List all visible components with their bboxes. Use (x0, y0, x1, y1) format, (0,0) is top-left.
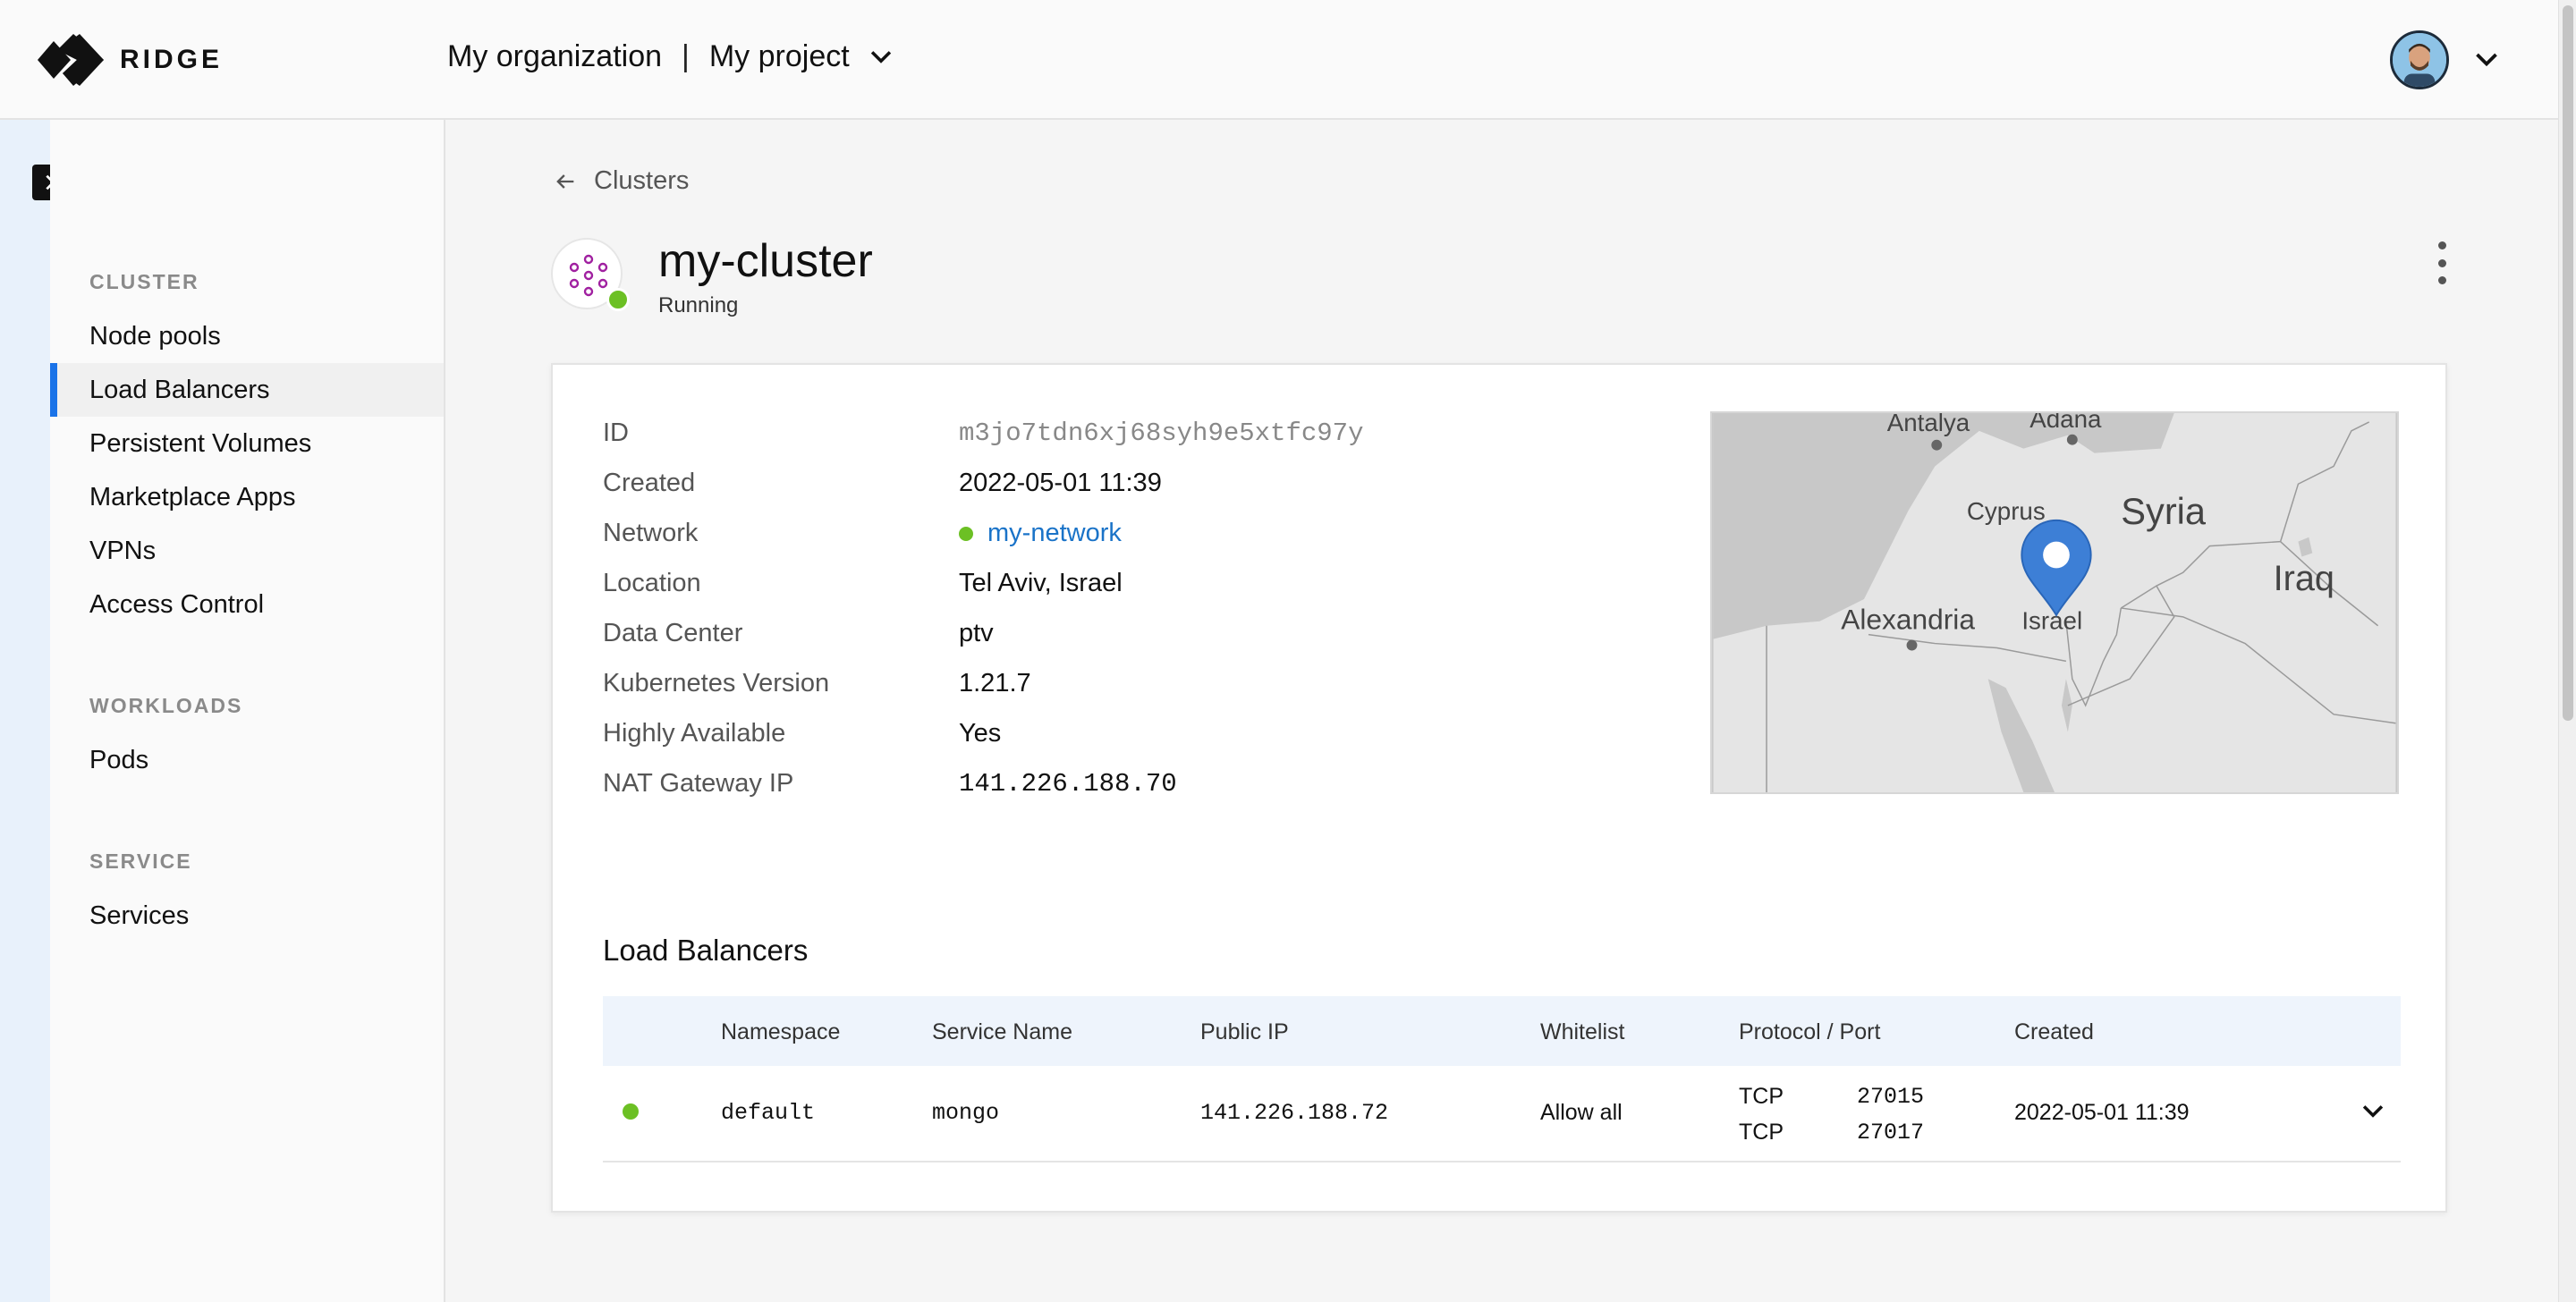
ha-value: Yes (959, 719, 1002, 748)
sidebar-item-access-control[interactable]: Access Control (50, 578, 444, 631)
load-balancers-table: Namespace Service Name Public IP Whiteli… (603, 996, 2401, 1162)
table-row[interactable]: default mongo 141.226.188.72 Allow all T… (603, 1066, 2401, 1162)
map-label-israel: Israel (2021, 607, 2082, 635)
cluster-status-dot (606, 288, 630, 311)
collapse-rail (0, 120, 68, 1302)
col-whitelist: Whitelist (1540, 1019, 1625, 1044)
k8s-version-value: 1.21.7 (959, 669, 1031, 698)
back-to-clusters-link[interactable]: Clusters (553, 166, 689, 196)
lb-protocol: TCP (1739, 1084, 1784, 1109)
map-label-adana: Adana (2029, 413, 2102, 433)
user-photo-icon (2393, 33, 2446, 87)
chevron-down-icon[interactable] (2470, 44, 2503, 76)
id-label: ID (603, 418, 629, 447)
ha-label: Highly Available (603, 719, 786, 748)
lb-created: 2022-05-01 11:39 (2014, 1100, 2190, 1125)
cluster-status: Running (658, 293, 739, 317)
nat-ip-value: 141.226.188.70 (959, 769, 1177, 799)
network-link[interactable]: my-network (959, 519, 1122, 548)
back-link-label: Clusters (594, 166, 690, 195)
sidebar-item-pods[interactable]: Pods (50, 733, 444, 787)
map-label-iraq: Iraq (2274, 559, 2334, 598)
k8s-version-label: Kubernetes Version (603, 669, 830, 698)
lb-port: 27017 (1857, 1120, 1925, 1146)
chevron-down-icon[interactable] (2358, 1096, 2388, 1127)
location-value: Tel Aviv, Israel (959, 569, 1123, 597)
project-name: My project (708, 39, 850, 73)
sidebar-item-vpns[interactable]: VPNs (50, 524, 444, 578)
table-header: Namespace Service Name Public IP Whiteli… (603, 996, 2401, 1066)
lb-service-name: mongo (932, 1100, 1000, 1126)
arrow-left-icon (556, 173, 574, 189)
org-separator: | (682, 39, 690, 73)
created-value: 2022-05-01 11:39 (959, 469, 1162, 497)
col-namespace: Namespace (721, 1019, 841, 1044)
col-service-name: Service Name (932, 1019, 1072, 1044)
top-header: RIDGE My organization | My project (0, 0, 2558, 120)
network-label: Network (603, 519, 699, 547)
lb-public-ip: 141.226.188.72 (1200, 1100, 1389, 1126)
scrollbar-thumb[interactable] (2563, 5, 2573, 721)
col-protocol-port: Protocol / Port (1739, 1019, 1881, 1044)
id-value: m3jo7tdn6xj68syh9e5xtfc97y (959, 418, 1364, 448)
location-map[interactable]: Antalya Adana Cyprus Syria Iraq Alexandr… (1710, 411, 2399, 794)
sidebar-item-services[interactable]: Services (50, 889, 444, 943)
org-project-switcher[interactable]: My organization | My project (447, 39, 896, 74)
chevron-down-icon[interactable] (866, 42, 896, 72)
map-graphic: Antalya Adana Cyprus Syria Iraq Alexandr… (1713, 413, 2396, 792)
lb-namespace: default (721, 1100, 816, 1126)
datacenter-label: Data Center (603, 619, 743, 647)
col-public-ip: Public IP (1200, 1019, 1289, 1044)
page-title: my-cluster (658, 235, 873, 287)
organization-name: My organization (447, 39, 663, 73)
created-label: Created (603, 469, 696, 497)
sidebar: CLUSTER Node pools Load Balancers Persis… (50, 120, 445, 1302)
page-scrollbar[interactable] (2558, 0, 2576, 1302)
sidebar-item-node-pools[interactable]: Node pools (50, 309, 444, 363)
datacenter-value: ptv (959, 619, 994, 647)
lb-protocol: TCP (1739, 1120, 1784, 1145)
user-menu[interactable] (2390, 30, 2503, 89)
cluster-details-card: ID m3jo7tdn6xj68syh9e5xtfc97y Created 20… (551, 363, 2447, 1213)
network-status-dot (959, 526, 973, 541)
nat-ip-label: NAT Gateway IP (603, 769, 794, 798)
sidebar-item-persistent-volumes[interactable]: Persistent Volumes (50, 417, 444, 470)
col-created: Created (2014, 1019, 2094, 1044)
network-value[interactable]: my-network (987, 519, 1122, 548)
lb-port: 27015 (1857, 1084, 1925, 1110)
ridge-logo-icon (38, 34, 104, 86)
map-label-alexandria: Alexandria (1841, 604, 1975, 636)
map-label-syria: Syria (2121, 490, 2207, 532)
sidebar-section-title: CLUSTER (89, 270, 199, 293)
sidebar-section-title: SERVICE (89, 850, 192, 873)
map-label-antalya: Antalya (1887, 413, 1970, 436)
lb-whitelist: Allow all (1540, 1100, 1623, 1125)
lb-status-dot (623, 1103, 639, 1120)
sidebar-item-marketplace-apps[interactable]: Marketplace Apps (50, 470, 444, 524)
more-actions-icon[interactable] (2428, 238, 2456, 288)
sidebar-section-title: WORKLOADS (89, 694, 243, 717)
kubernetes-cluster-icon (569, 254, 608, 297)
map-label-cyprus: Cyprus (1967, 497, 2046, 525)
ridge-logo[interactable]: RIDGE (38, 34, 223, 86)
location-label: Location (603, 569, 701, 597)
sidebar-item-load-balancers[interactable]: Load Balancers (50, 363, 444, 417)
load-balancers-title: Load Balancers (603, 934, 809, 967)
avatar[interactable] (2390, 30, 2449, 89)
brand-name: RIDGE (120, 45, 224, 74)
